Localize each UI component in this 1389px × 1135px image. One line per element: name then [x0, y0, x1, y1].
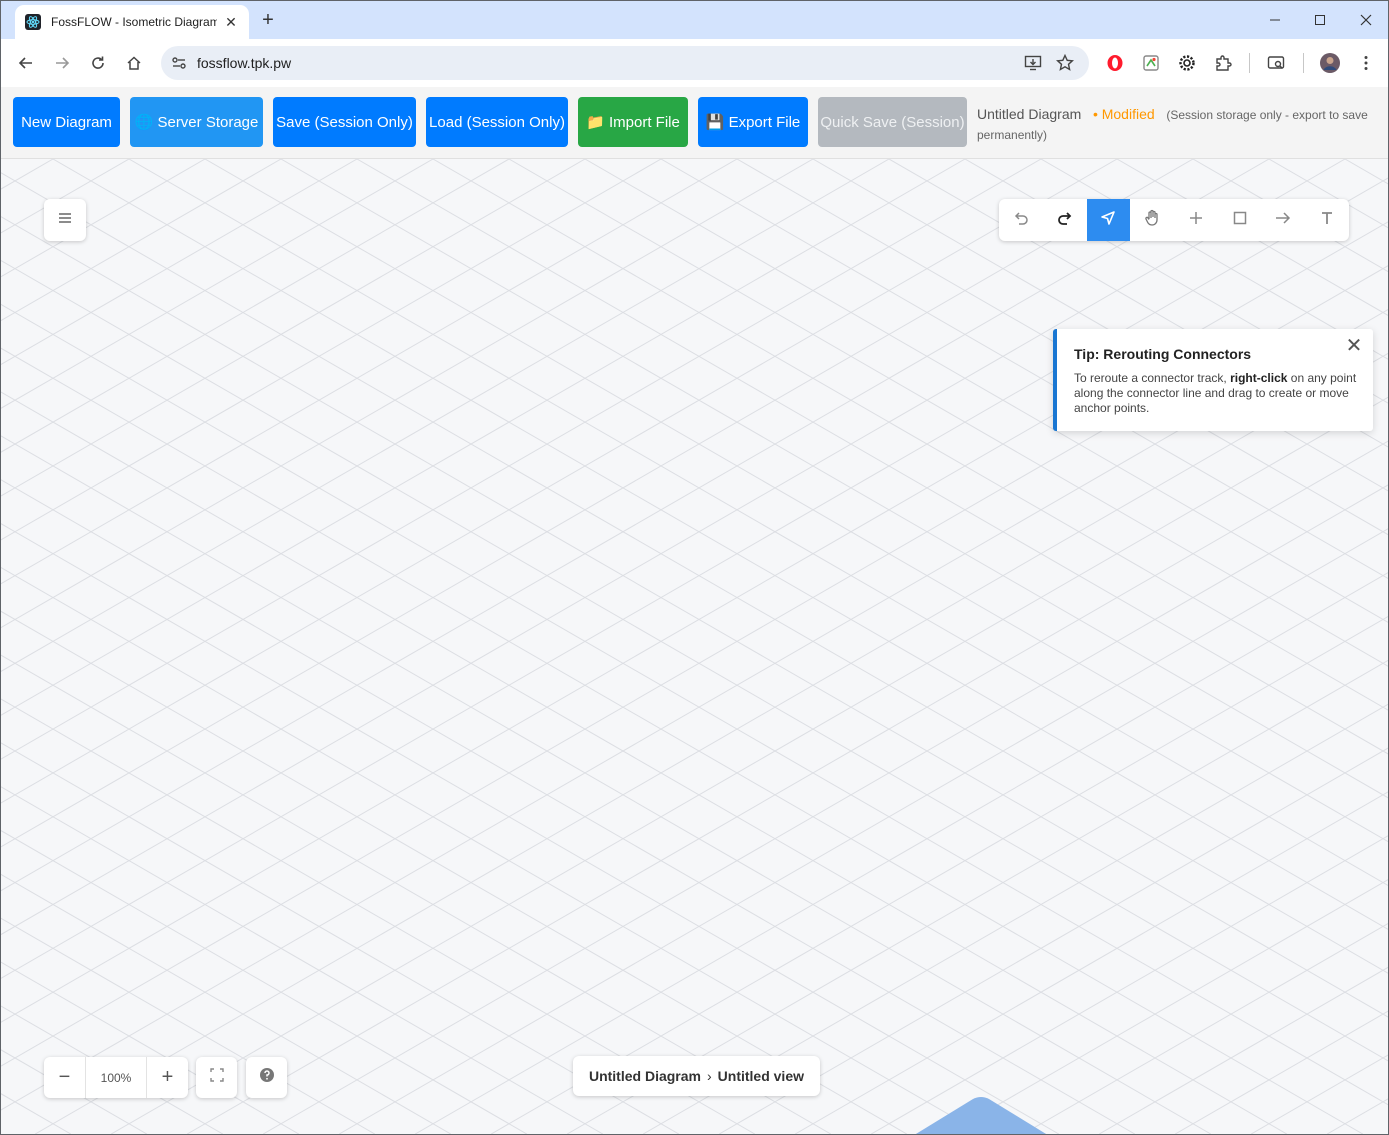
isometric-grid — [1, 159, 1388, 1134]
save-session-button[interactable]: Save (Session Only) — [273, 97, 416, 147]
tip-body: To reroute a connector track, right-clic… — [1074, 371, 1357, 415]
import-file-button[interactable]: 📁 Import File — [578, 97, 688, 147]
zoom-in-button[interactable]: + — [147, 1057, 188, 1098]
fit-to-screen-button[interactable] — [196, 1057, 237, 1098]
server-storage-button[interactable]: 🌐 Server Storage — [130, 97, 263, 147]
pan-icon — [1143, 209, 1161, 232]
isometric-node[interactable] — [911, 1097, 1051, 1134]
forward-icon[interactable] — [50, 51, 74, 75]
close-icon[interactable]: ✕ — [1345, 336, 1363, 356]
help-icon — [259, 1067, 275, 1088]
chevron-right-icon: › — [706, 1068, 712, 1084]
undo-button[interactable] — [999, 199, 1043, 241]
redo-icon — [1056, 209, 1074, 232]
tab-strip: FossFLOW - Isometric Diagramm ✕ + — [1, 1, 1388, 39]
select-icon — [1099, 209, 1117, 232]
fit-screen-icon — [209, 1068, 224, 1087]
undo-icon — [1012, 209, 1030, 232]
load-session-button[interactable]: Load (Session Only) — [426, 97, 568, 147]
site-settings-icon[interactable] — [169, 53, 189, 73]
breadcrumb-view[interactable]: Untitled view — [718, 1068, 804, 1084]
opera-extension-icon[interactable] — [1103, 51, 1127, 75]
connector-icon — [1274, 209, 1292, 232]
help-button[interactable] — [246, 1057, 287, 1098]
rectangle-tool[interactable] — [1218, 199, 1262, 241]
pan-tool[interactable] — [1130, 199, 1174, 241]
back-icon[interactable] — [14, 51, 38, 75]
hamburger-icon — [58, 211, 72, 229]
text-icon — [1318, 209, 1336, 232]
close-tab-icon[interactable]: ✕ — [223, 14, 239, 31]
zoom-out-button[interactable]: − — [44, 1057, 85, 1098]
rectangle-icon — [1231, 209, 1249, 232]
add-icon — [1187, 209, 1205, 232]
address-bar[interactable]: fossflow.tpk.pw — [161, 46, 1089, 80]
search-tabs-icon[interactable] — [1264, 51, 1288, 75]
bookmark-star-icon[interactable] — [1055, 53, 1075, 73]
diagram-status: Untitled Diagram • Modified (Session sto… — [977, 105, 1377, 145]
home-icon[interactable] — [122, 51, 146, 75]
tab-title: FossFLOW - Isometric Diagramm — [51, 15, 217, 29]
install-app-icon[interactable] — [1023, 53, 1043, 73]
app-toolbar: New Diagram 🌐 Server Storage Save (Sessi… — [1, 87, 1388, 159]
avatar[interactable] — [1318, 51, 1342, 75]
main-menu-button[interactable] — [44, 199, 86, 241]
app-root: New Diagram 🌐 Server Storage Save (Sessi… — [1, 87, 1388, 1134]
redo-button[interactable] — [1043, 199, 1087, 241]
tool-palette — [999, 199, 1349, 241]
breadcrumb-diagram[interactable]: Untitled Diagram — [589, 1068, 701, 1084]
select-tool[interactable] — [1086, 199, 1131, 241]
zoom-controls: − 100% + — [44, 1057, 188, 1098]
toolbar-separator — [1249, 53, 1250, 73]
diagram-title: Untitled Diagram — [977, 106, 1082, 122]
reload-icon[interactable] — [86, 51, 110, 75]
browser-toolbar: fossflow.tpk.pw — [1, 39, 1388, 87]
diagram-canvas[interactable]: Tip: Rerouting Connectors To reroute a c… — [1, 159, 1388, 1134]
zoom-level: 100% — [85, 1057, 147, 1098]
react-icon — [25, 14, 41, 30]
quick-save-button[interactable]: Quick Save (Session) — [818, 97, 967, 147]
new-tab-button[interactable]: + — [259, 9, 277, 31]
tip-title: Tip: Rerouting Connectors — [1074, 346, 1252, 362]
maximize-icon[interactable] — [1305, 9, 1335, 31]
connector-tool[interactable] — [1262, 199, 1306, 241]
browser-window: FossFLOW - Isometric Diagramm ✕ + fossfl… — [0, 0, 1389, 1135]
browser-menu-icon[interactable] — [1354, 51, 1378, 75]
text-tool[interactable] — [1305, 199, 1349, 241]
new-diagram-button[interactable]: New Diagram — [13, 97, 120, 147]
extensions-puzzle-icon[interactable] — [1211, 51, 1235, 75]
tip-card: Tip: Rerouting Connectors To reroute a c… — [1053, 329, 1373, 431]
export-file-button[interactable]: 💾 Export File — [698, 97, 808, 147]
gear-extension-icon[interactable] — [1175, 51, 1199, 75]
url-text: fossflow.tpk.pw — [197, 55, 292, 71]
add-item-tool[interactable] — [1174, 199, 1218, 241]
browser-tab[interactable]: FossFLOW - Isometric Diagramm ✕ — [15, 5, 249, 39]
color-extension-icon[interactable] — [1139, 51, 1163, 75]
minimize-icon[interactable] — [1260, 9, 1290, 31]
breadcrumb: Untitled Diagram › Untitled view — [573, 1056, 820, 1096]
modified-indicator: • Modified — [1092, 106, 1155, 122]
toolbar-separator — [1303, 53, 1304, 73]
close-window-icon[interactable] — [1351, 9, 1381, 31]
